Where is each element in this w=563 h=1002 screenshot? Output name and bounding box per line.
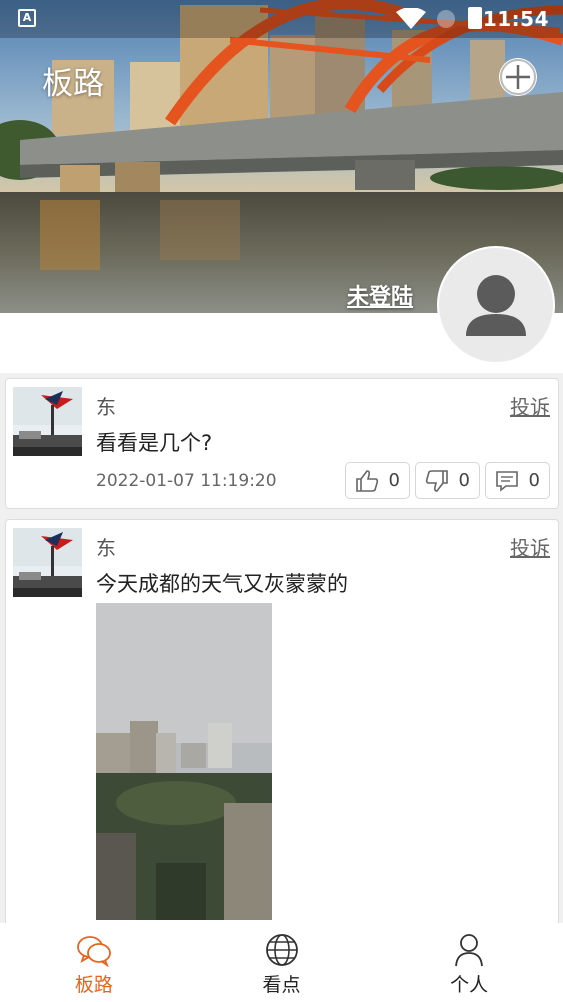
status-time: 11:54 — [482, 7, 549, 31]
wifi-icon — [396, 8, 426, 29]
comment-count: 0 — [528, 470, 540, 491]
notification-icon: A — [18, 9, 36, 27]
tab-geren[interactable]: 个人 — [375, 923, 563, 1002]
user-avatar[interactable] — [437, 246, 555, 364]
status-bar: A 11:54 — [0, 0, 563, 38]
tab-banlu[interactable]: 板路 — [0, 923, 188, 1002]
post-timestamp: 2022-01-07 11:19:20 — [96, 471, 277, 491]
like-button[interactable]: 0 — [345, 462, 410, 499]
thumbs-down-icon — [425, 469, 448, 492]
tab-label: 板路 — [74, 974, 113, 996]
dislike-count: 0 — [458, 470, 470, 491]
post-content: 看看是几个? — [96, 431, 213, 455]
report-link[interactable]: 投诉 — [510, 532, 550, 561]
comment-icon — [496, 470, 518, 492]
post-card[interactable]: 东 投诉 今天成都的天气又灰蒙蒙的 — [5, 519, 559, 923]
chat-bubbles-icon — [76, 936, 111, 967]
post-card[interactable]: 东 投诉 看看是几个? 2022-01-07 11:19:20 0 0 0 — [5, 378, 559, 509]
dislike-button[interactable]: 0 — [415, 462, 480, 499]
tab-label: 看点 — [262, 974, 301, 996]
app-screen: A 11:54 板路 未登陆 东 投诉 看看是几个? 2022-01-07 11… — [0, 0, 563, 1002]
globe-icon — [265, 934, 298, 966]
user-thumbnail[interactable] — [13, 387, 82, 456]
thumbs-up-icon — [356, 469, 379, 492]
comment-button[interactable]: 0 — [485, 462, 550, 499]
signal-icon — [437, 10, 455, 28]
tab-label: 个人 — [450, 974, 489, 996]
report-link[interactable]: 投诉 — [510, 391, 550, 420]
like-count: 0 — [388, 470, 400, 491]
bottom-navigation: 板路 看点 个人 — [0, 923, 563, 1002]
add-post-button[interactable] — [499, 58, 537, 96]
default-avatar-icon — [466, 275, 526, 336]
post-feed[interactable]: 东 投诉 看看是几个? 2022-01-07 11:19:20 0 0 0 东 … — [0, 373, 563, 923]
plus-icon — [500, 59, 536, 95]
person-icon — [455, 934, 484, 967]
tab-kandian[interactable]: 看点 — [188, 923, 376, 1002]
battery-icon — [468, 7, 482, 29]
post-actions: 0 0 0 — [345, 462, 550, 499]
post-username: 东 — [96, 395, 116, 419]
user-thumbnail[interactable] — [13, 528, 82, 597]
post-content: 今天成都的天气又灰蒙蒙的 — [96, 572, 348, 596]
login-link[interactable]: 未登陆 — [347, 279, 413, 311]
post-image[interactable] — [96, 603, 272, 920]
page-title: 板路 — [42, 66, 104, 102]
post-username: 东 — [96, 536, 116, 560]
